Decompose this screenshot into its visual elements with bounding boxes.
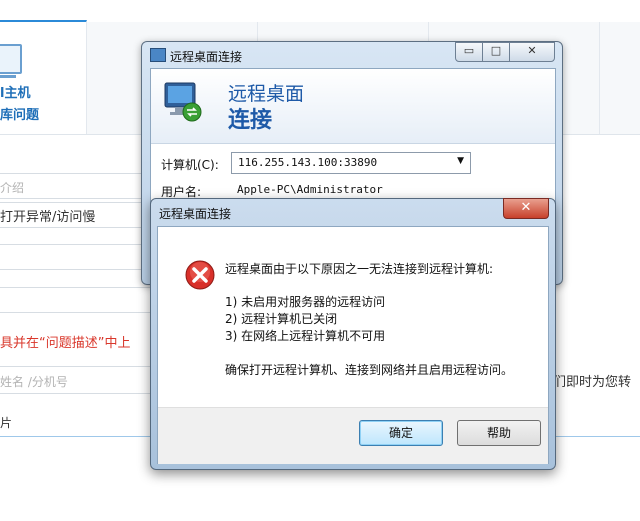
background-tab-5[interactable] [600, 22, 640, 134]
error-dialog-title: 远程桌面连接 [159, 207, 232, 221]
error-message: 远程桌面由于以下原因之一无法连接到远程计算机: [225, 262, 494, 276]
close-button[interactable]: ✕ [509, 42, 555, 62]
ok-button[interactable]: 确定 [359, 420, 443, 446]
computer-remote-icon [164, 82, 202, 122]
computer-combobox[interactable]: 116.255.143.100:33890 ▼ [231, 152, 471, 174]
background-tab-subtitle: 库问题 [0, 108, 40, 123]
background-intro-placeholder: 介绍 [0, 181, 25, 195]
rdp-banner-line2: 连接 [228, 108, 273, 133]
background-right-notice: 们即时为您转 [553, 375, 632, 390]
background-warning-text: 具并在“问题描述”中上 [0, 336, 131, 351]
error-reason-3: 3) 在网络上远程计算机不可用 [225, 329, 386, 343]
computer-combobox-value: 116.255.143.100:33890 [238, 156, 378, 169]
username-value: Apple-PC\Administrator [237, 183, 383, 196]
maximize-button[interactable]: □ [482, 42, 510, 62]
help-button[interactable]: 帮助 [457, 420, 541, 446]
background-tab-title: l主机 [0, 86, 31, 101]
background-bottom-text: 片 [0, 416, 13, 430]
rdp-title: 远程桌面连接 [170, 50, 243, 64]
background-tab-host[interactable]: l主机 库问题 [0, 20, 87, 134]
minimize-button[interactable]: ▭ [455, 42, 483, 62]
background-issue-text: 打开异常/访问慢 [0, 210, 96, 225]
background-field-3[interactable] [0, 244, 160, 270]
background-field-4[interactable] [0, 287, 160, 313]
error-advice: 确保打开远程计算机、连接到网络并且启用远程访问。 [225, 363, 514, 377]
chevron-down-icon[interactable]: ▼ [457, 156, 464, 166]
error-reason-1: 1) 未启用对服务器的远程访问 [225, 295, 386, 309]
error-dialog-footer: 确定 帮助 [158, 407, 548, 464]
rdp-titlebar[interactable]: 远程桌面连接 ▭ □ ✕ [142, 42, 562, 68]
error-reason-2: 2) 远程计算机已关闭 [225, 312, 338, 326]
computer-label: 计算机(C): [161, 158, 219, 172]
error-dialog: 远程桌面连接 ✕ 远程桌面由于以下原因之一无法连接到远程计算机: 1) 未启用对… [150, 198, 556, 470]
error-icon [185, 260, 215, 290]
error-dialog-close-button[interactable]: ✕ [503, 198, 549, 219]
background-contact-placeholder: 姓名 /分机号 [0, 375, 68, 389]
rdp-banner: 远程桌面 连接 [151, 69, 555, 144]
monitor-icon [0, 44, 22, 78]
error-dialog-body: 远程桌面由于以下原因之一无法连接到远程计算机: 1) 未启用对服务器的远程访问 … [157, 226, 549, 464]
remote-desktop-icon [150, 48, 166, 62]
